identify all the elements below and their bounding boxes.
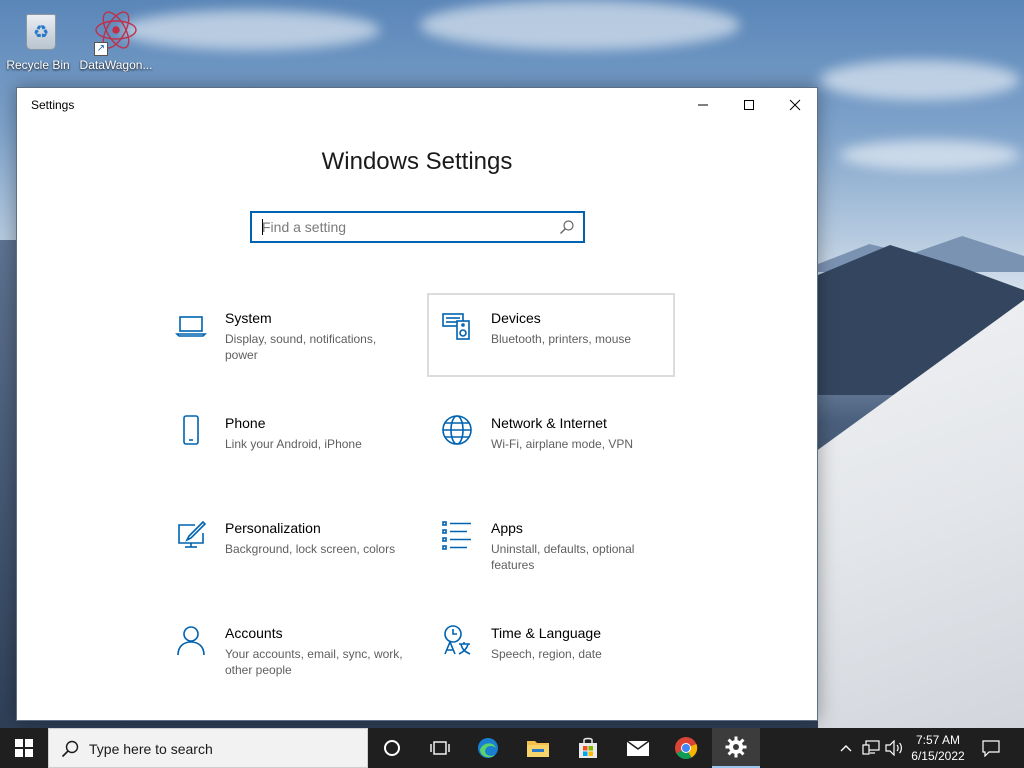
- cloud: [420, 0, 740, 50]
- settings-window: Settings Windows Settings System Display…: [16, 87, 818, 721]
- task-view-icon: [430, 741, 450, 755]
- taskbar-search-placeholder: Type here to search: [89, 741, 213, 757]
- tile-apps[interactable]: Apps Uninstall, defaults, optional featu…: [427, 503, 675, 587]
- tile-description: Uninstall, defaults, optional features: [491, 542, 635, 572]
- taskbar: Type here to search 7:57 AM 6/15/2022: [0, 728, 1024, 768]
- maximize-button[interactable]: [726, 88, 772, 121]
- tile-title: Personalization: [225, 520, 321, 536]
- cortana-button[interactable]: [368, 728, 416, 768]
- recycle-bin-icon: [14, 8, 62, 56]
- search-input[interactable]: [252, 213, 552, 241]
- page-title: Windows Settings: [321, 148, 513, 175]
- tile-accounts[interactable]: Accounts Your accounts, email, sync, wor…: [161, 608, 409, 692]
- cloud: [820, 60, 1020, 100]
- store-icon: [579, 737, 597, 758]
- taskbar-clock[interactable]: 7:57 AM 6/15/2022: [905, 732, 971, 764]
- search-icon[interactable]: [559, 219, 575, 235]
- person-icon: [175, 624, 207, 656]
- mail-icon: [626, 740, 650, 756]
- tile-description: Bluetooth, printers, mouse: [491, 332, 632, 346]
- action-center-button[interactable]: [976, 728, 1006, 768]
- taskbar-search-box[interactable]: Type here to search: [48, 728, 368, 768]
- notification-icon: [982, 740, 1000, 757]
- tile-system[interactable]: System Display, sound, notifications, po…: [161, 293, 409, 377]
- personalization-icon: [175, 519, 207, 551]
- window-title: Settings: [31, 98, 75, 112]
- chrome-taskbar-button[interactable]: [662, 728, 710, 768]
- tile-time-language[interactable]: Time & Language Speech, region, date: [427, 608, 675, 692]
- volume-tray-button[interactable]: [884, 728, 904, 768]
- desktop-icon-recycle-bin[interactable]: Recycle Bin: [0, 8, 76, 72]
- show-hidden-icons-button[interactable]: [836, 728, 856, 768]
- chevron-up-icon: [840, 745, 852, 752]
- minimize-button[interactable]: [680, 88, 726, 121]
- cortana-icon: [384, 740, 400, 756]
- clock-date: 6/15/2022: [911, 749, 965, 763]
- maximize-icon: [744, 99, 754, 110]
- tile-title: System: [225, 310, 272, 326]
- devices-icon: [441, 309, 473, 341]
- network-icon: [862, 740, 880, 755]
- desktop-icon-label: DataWagon...: [79, 58, 153, 72]
- close-button[interactable]: [772, 88, 818, 121]
- tile-description: Background, lock screen, colors: [225, 542, 396, 556]
- tile-title: Phone: [225, 415, 266, 431]
- task-view-button[interactable]: [416, 728, 464, 768]
- text-cursor: [262, 219, 263, 235]
- cloud: [120, 10, 380, 50]
- clock-time: 7:57 AM: [915, 733, 961, 747]
- speaker-icon: [885, 740, 902, 756]
- edge-icon: [478, 738, 498, 758]
- time-language-icon: [441, 624, 473, 656]
- mail-taskbar-button[interactable]: [614, 728, 662, 768]
- title-bar[interactable]: Settings: [17, 88, 817, 121]
- tile-title: Apps: [491, 520, 523, 536]
- cloud: [840, 140, 1020, 170]
- search-icon: [61, 740, 79, 758]
- minimize-icon: [698, 104, 708, 105]
- edge-taskbar-button[interactable]: [464, 728, 512, 768]
- apps-list-icon: [441, 519, 473, 551]
- tile-description: Your accounts, email, sync, work, other …: [225, 647, 403, 677]
- tile-title: Time & Language: [491, 625, 601, 641]
- phone-icon: [175, 414, 207, 446]
- tile-description: Speech, region, date: [491, 647, 602, 661]
- close-icon: [789, 99, 801, 110]
- settings-gear-icon: [725, 736, 747, 758]
- datawagon-icon: ↗: [92, 8, 140, 56]
- file-explorer-taskbar-button[interactable]: [514, 728, 562, 768]
- globe-icon: [441, 414, 473, 446]
- tile-phone[interactable]: Phone Link your Android, iPhone: [161, 398, 409, 482]
- tile-title: Accounts: [225, 625, 283, 641]
- tile-personalization[interactable]: Personalization Background, lock screen,…: [161, 503, 409, 587]
- laptop-icon: [175, 309, 207, 341]
- tile-description: Display, sound, notifications, power: [225, 332, 377, 362]
- windows-logo-icon: [15, 739, 33, 757]
- tile-description: Link your Android, iPhone: [225, 437, 362, 451]
- chrome-icon: [675, 737, 698, 759]
- tile-network-internet[interactable]: Network & Internet Wi-Fi, airplane mode,…: [427, 398, 675, 482]
- network-tray-button[interactable]: [860, 728, 882, 768]
- tile-description: Wi-Fi, airplane mode, VPN: [491, 437, 634, 451]
- desktop-icon-label: Recycle Bin: [6, 58, 70, 72]
- tile-devices[interactable]: Devices Bluetooth, printers, mouse: [427, 293, 675, 377]
- tile-title: Devices: [491, 310, 541, 326]
- settings-taskbar-button[interactable]: [712, 728, 760, 768]
- file-explorer-icon: [527, 741, 549, 757]
- desktop-icon-datawagon[interactable]: ↗ DataWagon...: [78, 8, 154, 72]
- find-setting-search[interactable]: [250, 211, 585, 243]
- store-taskbar-button[interactable]: [564, 728, 612, 768]
- tile-title: Network & Internet: [491, 415, 607, 431]
- start-button[interactable]: [0, 728, 48, 768]
